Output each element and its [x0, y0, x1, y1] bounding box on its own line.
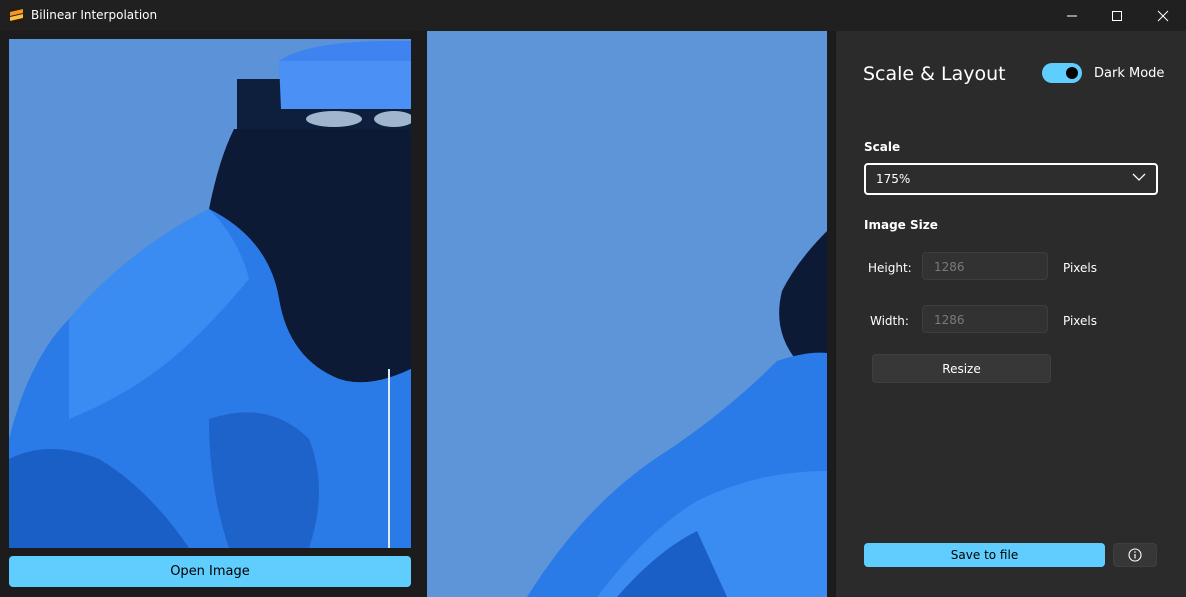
toggle-knob	[1066, 67, 1078, 79]
height-unit-label: Pixels	[1063, 261, 1098, 275]
resize-button[interactable]: Resize	[872, 354, 1051, 383]
image-size-label: Image Size	[864, 218, 938, 232]
width-label: Width:	[870, 314, 909, 328]
maximize-icon	[1112, 10, 1122, 21]
dark-mode-toggle[interactable]	[1042, 63, 1082, 83]
scale-value: 175%	[876, 172, 911, 186]
width-placeholder: 1286	[934, 313, 965, 327]
close-icon	[1157, 10, 1169, 21]
height-input[interactable]: 1286	[922, 252, 1048, 280]
title-bar: Bilinear Interpolation	[0, 0, 1186, 32]
open-image-button[interactable]: Open Image	[9, 556, 411, 587]
scaled-image-preview	[427, 31, 827, 597]
width-unit-label: Pixels	[1063, 314, 1098, 328]
original-image-panel: Open Image	[0, 31, 419, 597]
window-title: Bilinear Interpolation	[31, 8, 158, 22]
height-placeholder: 1286	[934, 260, 965, 274]
info-button[interactable]	[1113, 543, 1157, 567]
dark-mode-label: Dark Mode	[1094, 66, 1165, 81]
close-button[interactable]	[1140, 0, 1186, 31]
info-icon	[1128, 548, 1142, 562]
original-image	[9, 39, 411, 548]
width-input[interactable]: 1286	[922, 305, 1048, 333]
save-to-file-button[interactable]: Save to file	[864, 543, 1105, 567]
maximize-button[interactable]	[1094, 0, 1140, 31]
scale-select[interactable]: 175%	[864, 163, 1158, 195]
settings-panel: Scale & Layout Dark Mode Scale 175% Imag…	[835, 31, 1186, 597]
scale-label: Scale	[864, 140, 901, 154]
minimize-button[interactable]	[1049, 0, 1095, 31]
minimize-icon	[1067, 15, 1077, 16]
chevron-down-icon	[1132, 173, 1146, 181]
app-logo-icon	[9, 8, 24, 23]
height-label: Height:	[868, 261, 912, 275]
panel-title: Scale & Layout	[863, 63, 1006, 85]
